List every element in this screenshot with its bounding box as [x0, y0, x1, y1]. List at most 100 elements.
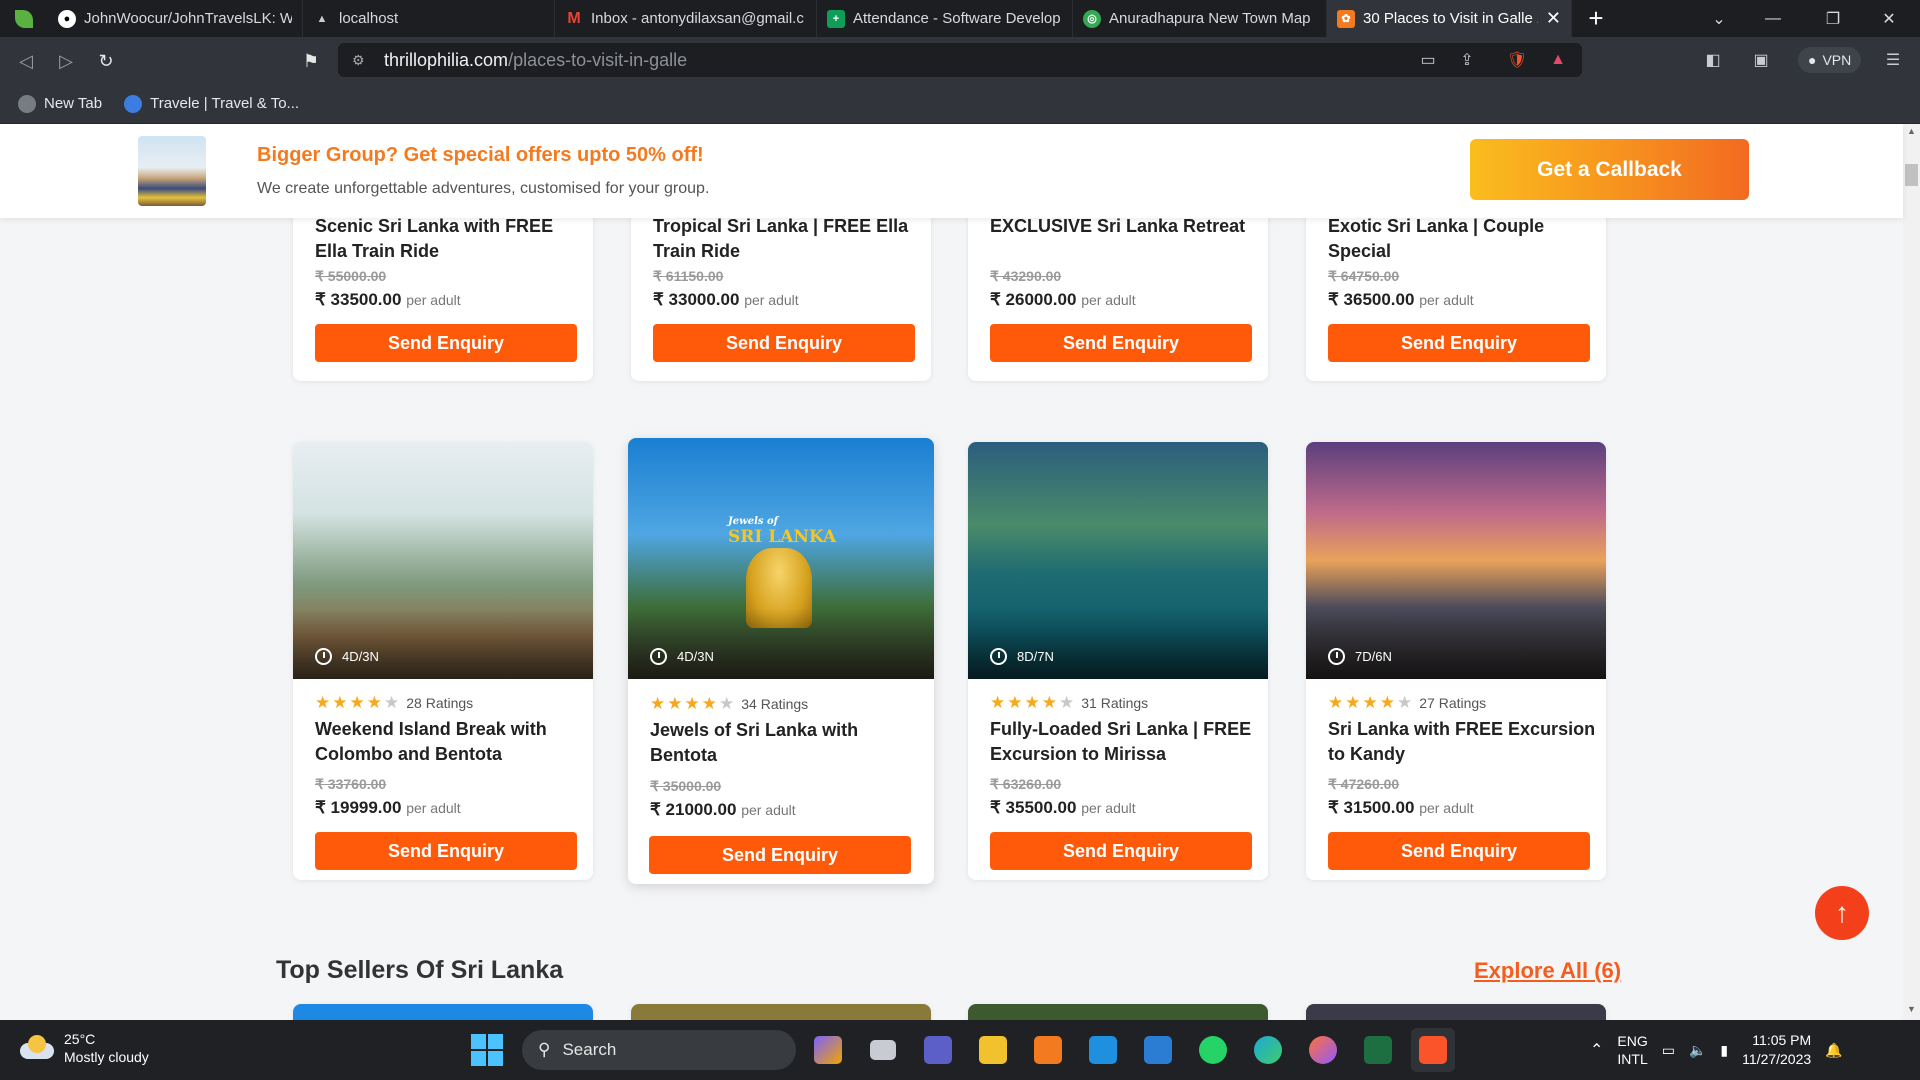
rating: ★ ★ ★ ★ ★ 34 Ratings	[650, 694, 809, 713]
scroll-to-top-button[interactable]: ↑	[1815, 886, 1869, 940]
tour-title: Weekend Island Break with Colombo and Be…	[315, 719, 547, 764]
back-icon[interactable]: ◁	[10, 45, 42, 77]
tour-image[interactable]: 7D/6N	[1306, 442, 1606, 679]
window-close-icon[interactable]: ✕	[1866, 0, 1912, 37]
star-icon: ★	[1379, 693, 1395, 712]
address-bar[interactable]: ⚙ thrillophilia.com/places-to-visit-in-g…	[338, 43, 1582, 77]
get-callback-button[interactable]: Get a Callback	[1470, 139, 1749, 200]
sidebar-toggle-icon[interactable]: ◧	[1698, 45, 1728, 75]
old-price: ₹ 63260.00	[990, 776, 1062, 792]
tour-card-peek[interactable]	[968, 1004, 1268, 1020]
taskbar-clock[interactable]: 11:05 PM 11/27/2023	[1742, 1031, 1811, 1069]
whatsapp-icon[interactable]	[1191, 1028, 1235, 1072]
duration-badge: 7D/6N	[1328, 648, 1392, 665]
forward-icon[interactable]: ▷	[50, 45, 82, 77]
old-price: ₹ 55000.00	[315, 268, 387, 284]
cloudy-weather-icon	[20, 1035, 54, 1061]
price: ₹ 31500.00 per adult	[1328, 798, 1474, 817]
brave-shields-icon[interactable]: 🛡	[1502, 45, 1532, 75]
star-empty-icon: ★	[719, 694, 735, 713]
send-enquiry-button[interactable]: Send Enquiry	[1328, 832, 1590, 870]
tour-card[interactable]: 4D/3N ★ ★ ★ ★ ★ 28 Ratings Weekend Island Br…	[293, 442, 593, 880]
thrillophilia-icon: ✿	[1337, 9, 1355, 28]
tour-card-peek[interactable]	[631, 1004, 931, 1020]
send-enquiry-button[interactable]: Send Enquiry	[653, 324, 915, 362]
browser-sidebar-icon[interactable]	[0, 0, 48, 37]
firefox-icon[interactable]	[1301, 1028, 1345, 1072]
app-orange-icon[interactable]	[1026, 1028, 1070, 1072]
tab-localhost[interactable]: ▲ localhost	[303, 0, 555, 37]
site-info-icon[interactable]: ⚙	[352, 52, 374, 69]
tab-thrillophilia[interactable]: ✿ 30 Places to Visit in Galle 2 ✕	[1327, 0, 1572, 37]
edge-icon[interactable]	[1246, 1028, 1290, 1072]
task-view-icon[interactable]	[861, 1028, 905, 1072]
battery-icon[interactable]: ▮	[1720, 1042, 1728, 1059]
reload-icon[interactable]: ↻	[90, 45, 122, 77]
globe-icon: ◎	[1083, 9, 1101, 28]
cast-icon[interactable]: ▭	[1413, 45, 1443, 75]
bookmark-travele[interactable]: Travele | Travel & To...	[124, 94, 299, 113]
price: ₹ 19999.00 per adult	[315, 798, 461, 817]
tour-card[interactable]: 7D/6N ★ ★ ★ ★ ★ 27 Ratings Sri Lanka with FR…	[1306, 442, 1606, 880]
notifications-bell-icon[interactable]: 🔔	[1825, 1042, 1842, 1059]
ms-store-icon[interactable]	[1081, 1028, 1125, 1072]
share-icon[interactable]: ⇪	[1452, 45, 1482, 75]
tab-bar: ● JohnWoocur/JohnTravelsLK: We ▲ localho…	[0, 0, 1920, 37]
explore-all-link[interactable]: Explore All (6)	[1474, 958, 1621, 984]
minimize-icon[interactable]: —	[1750, 0, 1796, 37]
menu-icon[interactable]: ☰	[1878, 45, 1908, 75]
start-button[interactable]	[471, 1034, 503, 1066]
send-enquiry-button[interactable]: Send Enquiry	[649, 836, 911, 874]
scroll-thumb[interactable]	[1905, 164, 1918, 186]
send-enquiry-button[interactable]: Send Enquiry	[315, 324, 577, 362]
volume-icon[interactable]: 🔈	[1689, 1042, 1706, 1059]
price: ₹ 26000.00 per adult	[990, 290, 1136, 309]
send-enquiry-button[interactable]: Send Enquiry	[315, 832, 577, 870]
tab-sheets[interactable]: + Attendance - Software Develop	[817, 0, 1073, 37]
taskbar-search[interactable]: ⚲ Search	[522, 1030, 796, 1070]
scroll-up-icon[interactable]: ▲	[1905, 126, 1918, 140]
brave-rewards-icon[interactable]: ▲	[1543, 45, 1573, 75]
old-price: ₹ 47260.00	[1328, 776, 1400, 792]
copilot-icon[interactable]	[806, 1028, 850, 1072]
scroll-down-icon[interactable]: ▼	[1905, 1004, 1918, 1018]
network-icon[interactable]: ▭	[1662, 1042, 1675, 1059]
excel-icon[interactable]	[1356, 1028, 1400, 1072]
teams-icon[interactable]	[916, 1028, 960, 1072]
bookmark-new-tab[interactable]: New Tab	[18, 94, 102, 113]
tour-card-peek[interactable]	[293, 1004, 593, 1020]
tab-list-chevron-icon[interactable]: ⌄	[1696, 0, 1742, 37]
tab-gmail[interactable]: M Inbox - antonydilaxsan@gmail.c	[555, 0, 817, 37]
star-icon: ★	[684, 694, 700, 713]
tour-card[interactable]: 8D/7N ★ ★ ★ ★ ★ 31 Ratings Fully-Loaded Sri …	[968, 442, 1268, 880]
tray-overflow-chevron-icon[interactable]: ⌃	[1590, 1040, 1603, 1060]
tour-image[interactable]: 4D/3N	[293, 442, 593, 679]
tour-image[interactable]: 8D/7N	[968, 442, 1268, 679]
send-enquiry-button[interactable]: Send Enquiry	[990, 832, 1252, 870]
close-tab-icon[interactable]: ✕	[1546, 8, 1561, 29]
vpn-status-icon: ●	[1808, 52, 1817, 68]
new-tab-button[interactable]: +	[1572, 0, 1620, 37]
page-scrollbar[interactable]: ▲ ▼	[1903, 124, 1920, 1020]
vpn-button[interactable]: ● VPN	[1798, 47, 1862, 73]
mail-icon[interactable]	[1136, 1028, 1180, 1072]
send-enquiry-button[interactable]: Send Enquiry	[1328, 324, 1590, 362]
weather-widget[interactable]: 25°C Mostly cloudy	[20, 1030, 149, 1066]
brave-icon[interactable]	[1411, 1028, 1455, 1072]
file-explorer-icon[interactable]	[971, 1028, 1015, 1072]
tab-github[interactable]: ● JohnWoocur/JohnTravelsLK: We	[48, 0, 303, 37]
wallet-icon[interactable]: ▣	[1746, 45, 1776, 75]
tab-maps[interactable]: ◎ Anuradhapura New Town Map	[1073, 0, 1327, 37]
tour-image[interactable]: Jewels of SRI LANKA 4D/3N	[628, 438, 934, 679]
page-viewport: Bigger Group? Get special offers upto 50…	[0, 124, 1920, 1020]
bookmark-icon[interactable]: ⚑	[295, 45, 327, 77]
tour-title: Jewels of Sri Lanka with Bentota	[650, 720, 859, 765]
star-icon: ★	[1024, 693, 1040, 712]
language-indicator[interactable]: ENG INTL	[1617, 1032, 1647, 1068]
restore-icon[interactable]: ❐	[1810, 0, 1856, 37]
clock-icon	[315, 648, 332, 665]
tour-card-hovered[interactable]: Jewels of SRI LANKA 4D/3N ★ ★ ★ ★ ★ 34 Rating…	[628, 438, 934, 884]
send-enquiry-button[interactable]: Send Enquiry	[990, 324, 1252, 362]
tour-card-peek[interactable]	[1306, 1004, 1606, 1020]
system-tray: ⌃ ENG INTL ▭ 🔈 ▮ 11:05 PM 11/27/2023 🔔	[1590, 1020, 1843, 1080]
